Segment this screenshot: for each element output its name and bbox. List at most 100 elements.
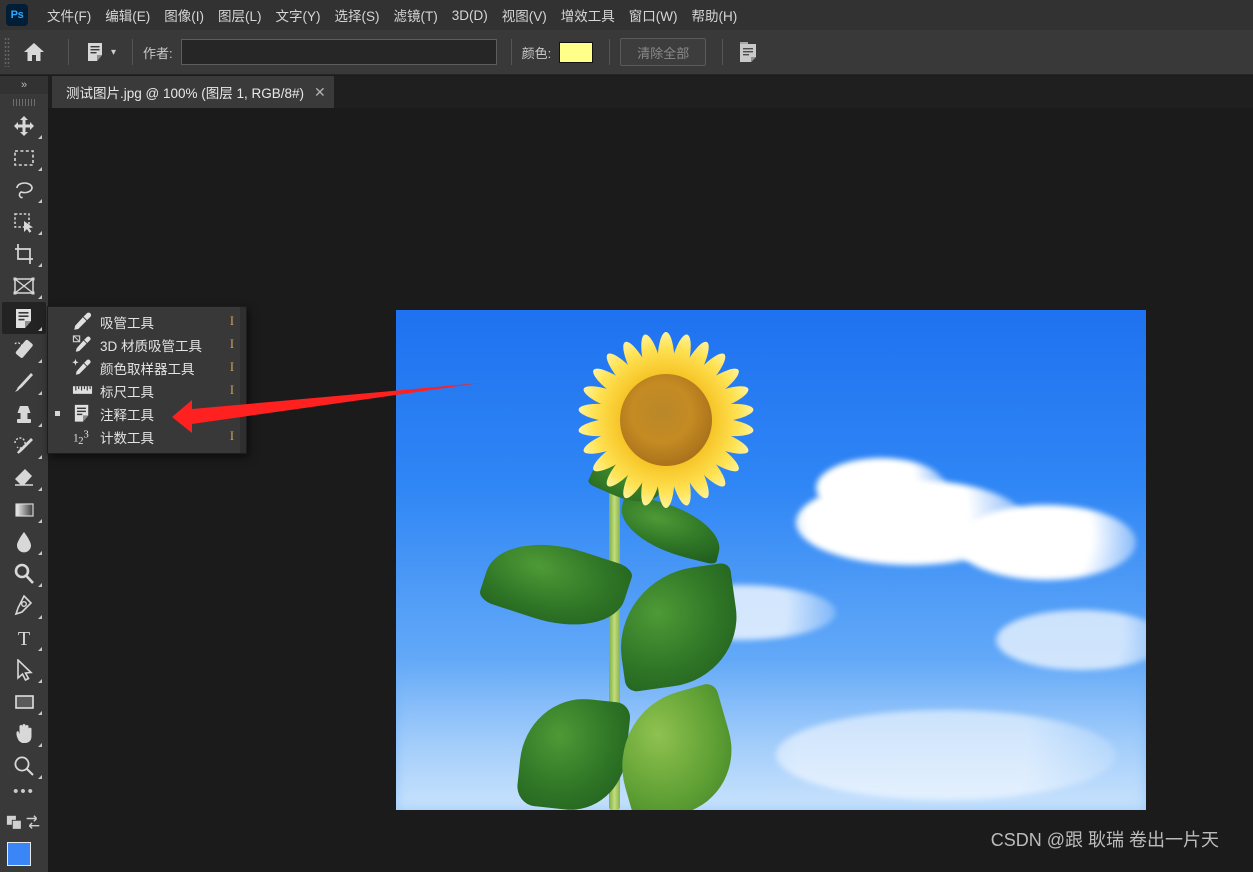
photoshop-window: Ps 文件(F) 编辑(E) 图像(I) 图层(L) 文字(Y) 选择(S) 滤镜(T) 3D… — [0, 0, 1253, 872]
tool-group-indicator — [38, 359, 42, 363]
rectangular-marquee-tool[interactable] — [2, 142, 46, 174]
note-icon — [70, 404, 94, 424]
tool-group-indicator — [38, 519, 42, 523]
lasso-tool[interactable] — [2, 174, 46, 206]
home-button[interactable] — [16, 35, 52, 69]
pen-icon — [14, 595, 33, 616]
eraser-tool[interactable] — [2, 462, 46, 494]
menu-item-9[interactable]: 增效工具 — [554, 2, 622, 28]
note-tool[interactable] — [2, 302, 46, 334]
menu-item-11[interactable]: 帮助(H) — [684, 2, 744, 28]
blur-tool[interactable] — [2, 526, 46, 558]
sunflower-center — [620, 374, 712, 466]
note-tool-icon — [88, 43, 102, 61]
document-tab[interactable]: 测试图片.jpg @ 100% (图层 1, RGB/8#) ✕ — [52, 76, 334, 108]
rectangle-tool[interactable] — [2, 686, 46, 718]
collapse-panel-button[interactable]: » — [0, 76, 48, 94]
cloud-top — [816, 458, 946, 518]
options-bar: ▾ 作者: 颜色: 清除全部 — [0, 30, 1253, 75]
tool-group-indicator — [38, 263, 42, 267]
close-icon[interactable]: ✕ — [314, 85, 326, 99]
menu-item-4[interactable]: 文字(Y) — [269, 2, 328, 28]
tool-group-indicator — [38, 199, 42, 203]
flyout-item-3[interactable]: 标尺工具 I — [48, 379, 246, 402]
menu-item-8[interactable]: 视图(V) — [495, 2, 554, 28]
frame-icon — [13, 277, 35, 295]
tool-group-indicator — [38, 295, 42, 299]
eyedropper-tool-flyout-menu[interactable]: 吸管工具 I 3D 材质吸管工具 I 颜色取样器工具 I 标尺工具 I 注释工具 I 1 2 3 计数工具… — [47, 306, 247, 454]
frame-tool[interactable] — [2, 270, 46, 302]
flyout-item-label: 3D 材质吸管工具 — [100, 338, 203, 354]
author-input[interactable] — [180, 39, 497, 65]
selected-tool-indicator — [55, 411, 60, 416]
count-icon: 123 — [70, 427, 94, 447]
flyout-item-1[interactable]: 3D 材质吸管工具 I — [48, 333, 246, 356]
flyout-item-2[interactable]: 颜色取样器工具 I — [48, 356, 246, 379]
gradient-tool[interactable] — [2, 494, 46, 526]
menu-item-2[interactable]: 图像(I) — [157, 2, 211, 28]
flyout-item-shortcut: I — [229, 337, 234, 351]
spot-healing-brush-tool[interactable] — [2, 334, 46, 366]
zoom-icon — [14, 756, 34, 776]
dodge-icon — [14, 563, 34, 584]
tool-group-indicator — [38, 551, 42, 555]
notes-panel-icon — [740, 42, 757, 62]
blur-icon — [17, 532, 31, 553]
horizontal-type-tool[interactable]: T — [2, 622, 46, 654]
screen-mode-icon[interactable] — [24, 814, 42, 832]
quick-mask-icon[interactable] — [6, 814, 24, 832]
document-image — [396, 310, 1146, 810]
zoom-tool[interactable] — [2, 750, 46, 782]
author-label: 作者: — [143, 45, 173, 61]
pathselect-icon — [17, 659, 33, 681]
object-selection-tool[interactable] — [2, 206, 46, 238]
tool-group-indicator — [38, 135, 42, 139]
clone-stamp-tool[interactable] — [2, 398, 46, 430]
dodge-tool[interactable] — [2, 558, 46, 590]
type-icon: T — [18, 628, 30, 649]
hand-tool[interactable] — [2, 718, 46, 750]
tool-preset-picker[interactable]: ▾ — [79, 38, 122, 66]
flyout-item-label: 吸管工具 — [100, 315, 154, 331]
menu-item-7[interactable]: 3D(D) — [445, 5, 495, 26]
history-brush-tool[interactable] — [2, 430, 46, 462]
flyout-item-label: 计数工具 — [100, 430, 154, 446]
gradient-icon — [15, 503, 34, 517]
clear-all-button[interactable]: 清除全部 — [620, 38, 707, 66]
options-bar-grip[interactable] — [4, 37, 10, 67]
eyedropper-icon — [70, 312, 94, 332]
flyout-item-4[interactable]: 注释工具 I — [48, 402, 246, 425]
objectselect-icon — [14, 213, 33, 233]
tool-group-indicator — [38, 647, 42, 651]
brush-tool[interactable] — [2, 366, 46, 398]
crop-icon — [15, 244, 33, 264]
watermark-text: CSDN @跟 耿瑞 卷出一片天 — [990, 830, 1219, 850]
menu-item-1[interactable]: 编辑(E) — [98, 2, 157, 28]
chevron-down-icon: ▾ — [111, 46, 117, 58]
move-tool[interactable] — [2, 110, 46, 142]
pen-tool[interactable] — [2, 590, 46, 622]
path-selection-tool[interactable] — [2, 654, 46, 686]
notes-panel-button[interactable] — [733, 37, 763, 67]
color-sampler-icon — [70, 358, 94, 378]
foreground-color-swatch[interactable] — [7, 842, 31, 866]
tool-group-indicator — [38, 711, 42, 715]
canvas-area[interactable] — [48, 108, 1253, 872]
options-separator-5 — [722, 39, 724, 65]
historybrush-icon — [14, 437, 33, 454]
flyout-item-0[interactable]: 吸管工具 I — [48, 310, 246, 333]
menu-item-5[interactable]: 选择(S) — [328, 2, 387, 28]
document-tab-bar: 测试图片.jpg @ 100% (图层 1, RGB/8#) ✕ — [48, 76, 1253, 108]
tools-panel-grip[interactable] — [0, 94, 48, 110]
edit-toolbar-button[interactable]: ••• — [0, 782, 48, 808]
menu-item-6[interactable]: 滤镜(T) — [387, 2, 445, 28]
rectangle-icon — [15, 695, 34, 709]
note-icon — [16, 309, 31, 328]
options-separator-1 — [68, 39, 69, 65]
flyout-item-5[interactable]: 1 2 3 计数工具 I — [48, 425, 246, 448]
crop-tool[interactable] — [2, 238, 46, 270]
menu-item-10[interactable]: 窗口(W) — [622, 2, 685, 28]
menu-item-3[interactable]: 图层(L) — [211, 2, 269, 28]
note-color-swatch[interactable] — [559, 41, 594, 63]
menu-item-0[interactable]: 文件(F) — [40, 2, 98, 28]
